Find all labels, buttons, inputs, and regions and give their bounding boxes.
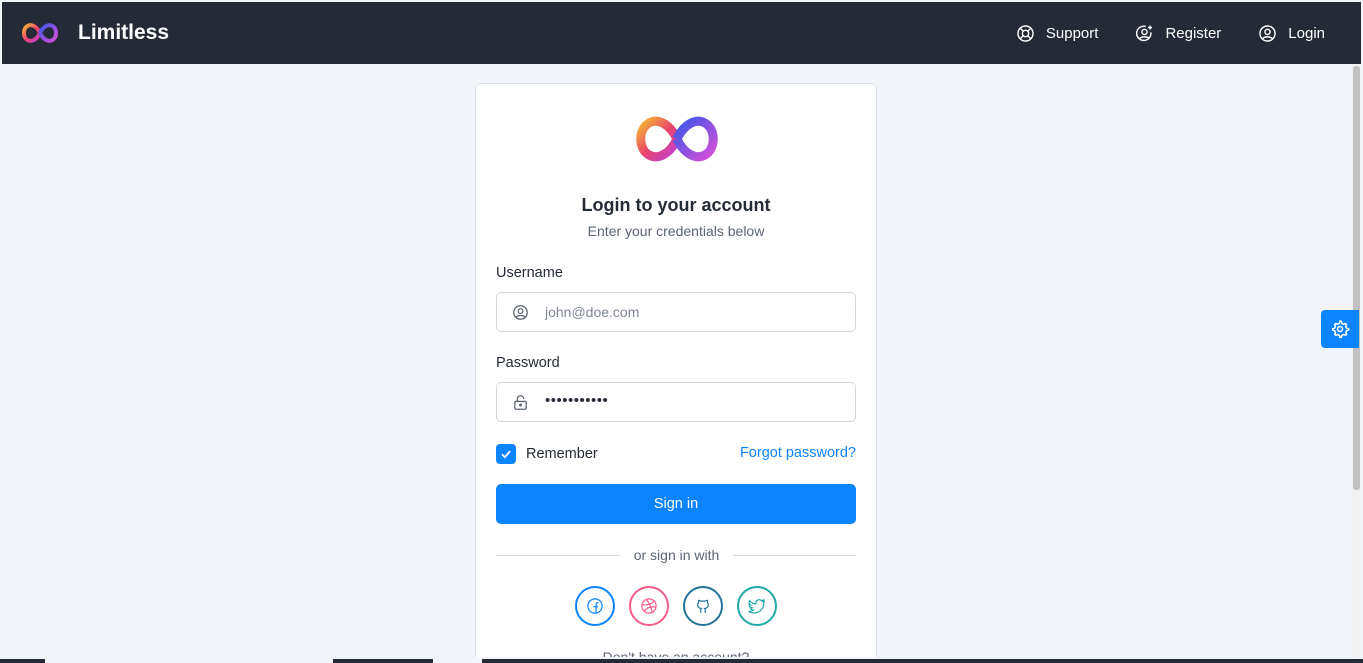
dribbble-icon bbox=[641, 598, 657, 614]
limitless-logo-icon bbox=[22, 23, 58, 43]
nav-support-link[interactable]: Support bbox=[1016, 24, 1099, 43]
forgot-password-link[interactable]: Forgot password? bbox=[740, 445, 856, 461]
nav-register-link[interactable]: Register bbox=[1135, 24, 1221, 43]
login-card: Login to your account Enter your credent… bbox=[475, 83, 877, 663]
password-field-wrapper[interactable]: ••••••••••• bbox=[496, 382, 856, 422]
remember-checkbox-group[interactable]: Remember bbox=[496, 444, 598, 464]
brand[interactable]: Limitless bbox=[21, 21, 169, 45]
nav-login-link[interactable]: Login bbox=[1258, 24, 1325, 43]
theme-config-button[interactable] bbox=[1321, 310, 1359, 348]
sign-in-button[interactable]: Sign in bbox=[496, 484, 856, 524]
dribbble-signin-button[interactable] bbox=[629, 586, 669, 626]
taskbar-segment bbox=[333, 659, 433, 663]
lock-icon bbox=[514, 395, 527, 410]
check-icon bbox=[501, 450, 511, 459]
user-circle-icon bbox=[513, 305, 528, 320]
user-circle-icon bbox=[1259, 24, 1277, 42]
nav-links: Support Register Login bbox=[1016, 2, 1361, 64]
login-subtitle: Enter your credentials below bbox=[587, 223, 765, 239]
page-scrollbar[interactable] bbox=[1352, 64, 1361, 657]
scrollbar-thumb[interactable] bbox=[1353, 66, 1360, 490]
username-field-wrapper bbox=[496, 292, 856, 332]
remember-label: Remember bbox=[526, 446, 598, 462]
username-label: Username bbox=[496, 265, 563, 281]
twitter-icon bbox=[748, 598, 765, 614]
user-plus-icon bbox=[1136, 24, 1153, 41]
nav-register-label: Register bbox=[1165, 24, 1222, 42]
gear-icon bbox=[1331, 320, 1350, 339]
twitter-signin-button[interactable] bbox=[737, 586, 777, 626]
facebook-icon bbox=[587, 598, 603, 614]
lifebuoy-icon bbox=[1017, 24, 1034, 42]
brand-name: Limitless bbox=[78, 21, 170, 44]
remember-checkbox[interactable] bbox=[496, 444, 516, 464]
taskbar-segment bbox=[482, 659, 1363, 663]
nav-login-label: Login bbox=[1288, 24, 1325, 42]
divider-text: or sign in with bbox=[633, 547, 720, 563]
github-icon bbox=[697, 599, 709, 613]
divider-line-right bbox=[733, 555, 856, 556]
login-title: Login to your account bbox=[581, 195, 771, 215]
divider-line-left bbox=[496, 555, 620, 556]
password-label: Password bbox=[496, 355, 560, 371]
top-navbar: Limitless Support Register Login bbox=[2, 2, 1361, 64]
password-input[interactable]: ••••••••••• bbox=[545, 392, 608, 409]
facebook-signin-button[interactable] bbox=[575, 586, 615, 626]
github-signin-button[interactable] bbox=[683, 586, 723, 626]
username-input[interactable] bbox=[545, 293, 845, 331]
taskbar-segment bbox=[0, 659, 45, 663]
nav-support-label: Support bbox=[1045, 24, 1099, 42]
limitless-logo-icon bbox=[636, 116, 718, 162]
